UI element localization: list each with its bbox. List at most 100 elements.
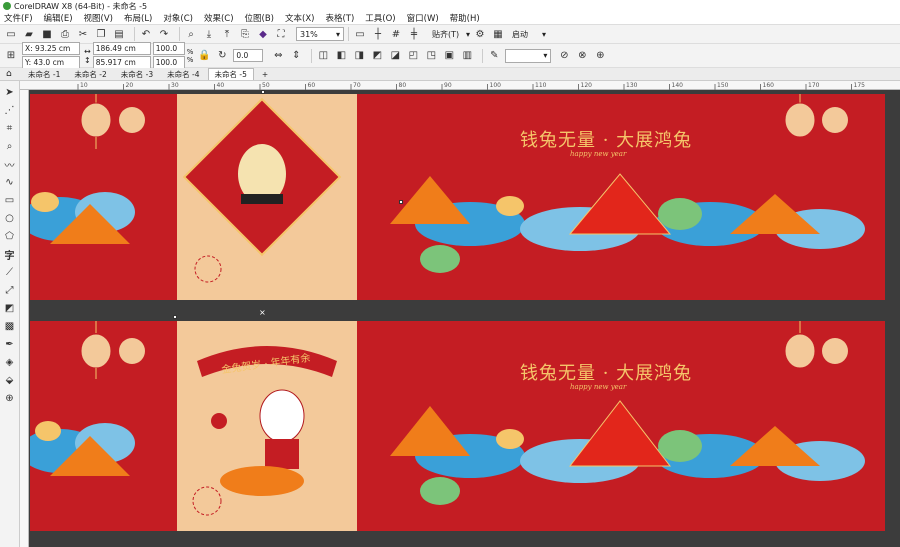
export-icon[interactable]: ⤒ [220, 27, 234, 41]
outline-pen-icon[interactable]: ✎ [487, 49, 501, 63]
quick-customize-icon[interactable]: ⊕ [593, 49, 607, 63]
launch-dropdown[interactable]: 启动 ▾ [509, 27, 549, 41]
convert-to-curves-icon[interactable]: ⊘ [557, 49, 571, 63]
text-tool-icon[interactable]: 字 [3, 247, 17, 262]
poster-panel-bottom[interactable]: 金兔贺岁 · 年年有余 [177, 321, 357, 531]
drop-shadow-icon[interactable]: ◩ [3, 301, 17, 315]
corel-connect-icon[interactable]: ◆ [256, 27, 270, 41]
options-gear-icon[interactable]: ⚙ [473, 27, 487, 41]
menu-bitmap[interactable]: 位图(B) [245, 12, 274, 24]
interactive-fill-icon[interactable]: ◈ [3, 355, 17, 369]
cut-icon[interactable]: ✂ [76, 27, 90, 41]
headline-text[interactable]: 钱兔无量 · 大展鸿兔 [520, 359, 692, 385]
simplify-icon[interactable]: ◪ [388, 49, 402, 63]
mirror-horizontal-icon[interactable]: ⇔ [271, 49, 285, 63]
align-distribute-icon[interactable]: ▥ [460, 49, 474, 63]
lock-ratio-icon[interactable]: 🔒 [197, 49, 211, 63]
polygon-tool-icon[interactable]: ⬠ [3, 229, 17, 243]
connector-tool-icon[interactable]: ⤢ [3, 283, 17, 297]
home-icon[interactable]: ⌂ [6, 69, 12, 79]
rotate-icon[interactable]: ↻ [215, 49, 229, 63]
shape-tool-icon[interactable]: ⋰ [3, 103, 17, 117]
menu-help[interactable]: 帮助(H) [450, 12, 480, 24]
show-rulers-icon[interactable]: ┼ [371, 27, 385, 41]
paste-icon[interactable]: ▤ [112, 27, 126, 41]
new-icon[interactable]: ▭ [4, 27, 18, 41]
selection-handle[interactable] [261, 90, 265, 94]
menu-table[interactable]: 表格(T) [325, 12, 354, 24]
full-screen-preview-icon[interactable]: ▭ [353, 27, 367, 41]
publish-pdf-icon[interactable]: ⎘ [238, 27, 252, 41]
vertical-ruler[interactable] [20, 90, 29, 547]
tab-untitled-1[interactable]: 未命名 -1 [22, 68, 66, 80]
import-icon[interactable]: ⤓ [202, 27, 216, 41]
wrap-text-icon[interactable]: ⊗ [575, 49, 589, 63]
zoom-tool-icon[interactable]: ⌕ [3, 139, 17, 153]
script-subtitle[interactable]: happy new year [570, 150, 626, 158]
copy-icon[interactable]: ❐ [94, 27, 108, 41]
print-icon[interactable]: ⎙ [58, 27, 72, 41]
mirror-vertical-icon[interactable]: ⇕ [289, 49, 303, 63]
front-minus-back-icon[interactable]: ◰ [406, 49, 420, 63]
ellipse-tool-icon[interactable]: ○ [3, 211, 17, 225]
tab-untitled-5[interactable]: 未命名 -5 [207, 68, 254, 80]
pick-tool-icon[interactable]: ➤ [3, 85, 17, 99]
menu-layout[interactable]: 布局(L) [124, 12, 152, 24]
menu-tools[interactable]: 工具(O) [365, 12, 395, 24]
create-boundary-icon[interactable]: ▣ [442, 49, 456, 63]
trim-icon[interactable]: ◨ [352, 49, 366, 63]
eyedropper-icon[interactable]: ✒ [3, 337, 17, 351]
fullscreen-icon[interactable]: ⛶ [274, 27, 288, 41]
back-minus-front-icon[interactable]: ◳ [424, 49, 438, 63]
tab-untitled-3[interactable]: 未命名 -3 [115, 68, 159, 80]
menu-object[interactable]: 对象(C) [163, 12, 193, 24]
rectangle-tool-icon[interactable]: ▭ [3, 193, 17, 207]
redo-icon[interactable]: ↷ [157, 27, 171, 41]
add-tool-icon[interactable]: ⊕ [3, 391, 17, 405]
x-position-field[interactable]: X: 93.25 cm [22, 42, 80, 55]
selection-handle[interactable] [173, 315, 177, 319]
weld-icon[interactable]: ◧ [334, 49, 348, 63]
poster-panel-top[interactable] [177, 94, 357, 300]
menu-window[interactable]: 窗口(W) [407, 12, 439, 24]
zoom-level-dropdown[interactable]: 31% ▾ [296, 27, 344, 41]
tab-untitled-2[interactable]: 未命名 -2 [68, 68, 112, 80]
menu-effects[interactable]: 效果(C) [204, 12, 234, 24]
undo-icon[interactable]: ↶ [139, 27, 153, 41]
show-grid-icon[interactable]: # [389, 27, 403, 41]
save-icon[interactable]: ■ [40, 27, 54, 41]
width-field[interactable]: 186.49 cm [92, 42, 151, 55]
crop-tool-icon[interactable]: ⌗ [3, 121, 17, 135]
snap-to-dropdown[interactable]: 贴齐(T) ▾ [429, 27, 473, 41]
open-icon[interactable]: ▰ [22, 27, 36, 41]
menu-text[interactable]: 文本(X) [285, 12, 314, 24]
menu-edit[interactable]: 编辑(E) [44, 12, 73, 24]
scale-x-field[interactable]: 100.0 [152, 42, 185, 55]
headline-text[interactable]: 钱兔无量 · 大展鸿兔 [520, 126, 692, 152]
transparency-tool-icon[interactable]: ▩ [3, 319, 17, 333]
combine-icon[interactable]: ◫ [316, 49, 330, 63]
separator [482, 48, 484, 63]
outline-width-dropdown[interactable]: ▾ [505, 48, 552, 63]
search-content-icon[interactable]: ⌕ [184, 27, 198, 41]
tab-untitled-4[interactable]: 未命名 -4 [161, 68, 205, 80]
horizontal-ruler[interactable]: 10 20 30 40 50 60 70 80 90 100 110 120 130 140 150 160 1… [20, 81, 900, 90]
application-launcher-icon[interactable]: ▦ [491, 27, 505, 41]
artboard-top[interactable]: 钱兔无量 · 大展鸿兔 happy new year [20, 94, 885, 300]
artistic-media-icon[interactable]: ∿ [3, 175, 17, 189]
add-tab-button[interactable]: + [256, 68, 274, 80]
rotation-angle-field[interactable]: 0.0 [233, 49, 264, 62]
smart-fill-icon[interactable]: ⬙ [3, 373, 17, 387]
object-origin-icon[interactable]: ⊞ [4, 49, 18, 63]
show-guidelines-icon[interactable]: ╪ [407, 27, 421, 41]
artboard-bottom[interactable]: 金兔贺岁 · 年年有余 钱兔无量 · 大展鸿兔 happy new year [20, 321, 885, 531]
intersect-icon[interactable]: ◩ [370, 49, 384, 63]
freehand-tool-icon[interactable]: 〰 [3, 157, 17, 172]
parallel-dimension-icon[interactable]: ⟋ [3, 265, 17, 279]
menu-file[interactable]: 文件(F) [4, 12, 33, 24]
drawing-canvas[interactable]: 钱兔无量 · 大展鸿兔 happy new year × 金兔贺岁 · 年年有余… [20, 90, 900, 547]
script-subtitle[interactable]: happy new year [570, 383, 626, 391]
selection-handle[interactable] [399, 200, 403, 204]
close-marker-icon[interactable]: × [259, 308, 266, 317]
menu-view[interactable]: 视图(V) [84, 12, 113, 24]
